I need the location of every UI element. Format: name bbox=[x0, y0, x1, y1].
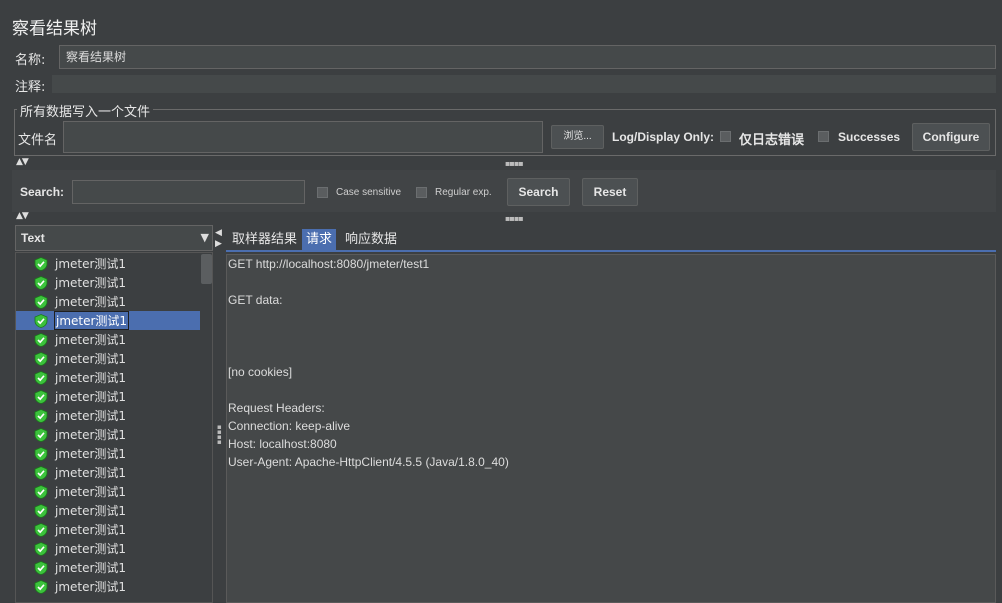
tree-item[interactable]: jmeter测试1 bbox=[34, 482, 127, 501]
tree-item[interactable]: jmeter测试1 bbox=[34, 501, 127, 520]
chevron-down-icon[interactable]: ▼ bbox=[201, 231, 209, 244]
renderer-select[interactable]: Text ▼ bbox=[15, 225, 213, 251]
tree-item[interactable]: jmeter测试1 bbox=[34, 577, 127, 596]
request-text-line: GET http://localhost:8080/jmeter/test1 bbox=[228, 257, 430, 271]
regex-label: Regular exp. bbox=[435, 187, 492, 198]
errors-only-checkbox[interactable] bbox=[720, 131, 731, 142]
tree-item-label: jmeter测试1 bbox=[55, 523, 127, 537]
green-shield-check-icon bbox=[34, 465, 48, 480]
search-input[interactable] bbox=[72, 180, 305, 204]
tree-item[interactable]: jmeter测试1 bbox=[34, 558, 127, 577]
successes-label: Successes bbox=[838, 130, 901, 144]
request-text-line: User-Agent: Apache-HttpClient/4.5.5 (Jav… bbox=[228, 455, 509, 469]
regex-checkbox[interactable] bbox=[416, 187, 427, 198]
green-shield-check-icon bbox=[34, 522, 48, 537]
request-text-line: Connection: keep-alive bbox=[228, 419, 351, 433]
tree-item-label: jmeter测试1 bbox=[55, 409, 127, 423]
green-shield-check-icon bbox=[34, 446, 48, 461]
search-label: Search: bbox=[20, 185, 65, 199]
tree-item-label: jmeter测试1 bbox=[55, 352, 127, 366]
tree-item[interactable]: jmeter测试1 bbox=[34, 425, 127, 444]
tab-sampler-result[interactable]: 取样器结果 bbox=[228, 229, 301, 250]
green-shield-check-icon bbox=[34, 503, 48, 518]
tree-item[interactable]: jmeter测试1 bbox=[34, 520, 127, 539]
tree-item-label: jmeter测试1 bbox=[55, 561, 127, 575]
tree-item-label: jmeter测试1 bbox=[54, 311, 130, 330]
tree-item[interactable]: jmeter测试1 bbox=[34, 273, 127, 292]
tree-item-label: jmeter测试1 bbox=[55, 580, 127, 594]
tree-item[interactable]: jmeter测试1 bbox=[34, 254, 127, 273]
tree-item[interactable]: jmeter测试1 bbox=[34, 368, 127, 387]
tree-item-label: jmeter测试1 bbox=[55, 447, 127, 461]
green-shield-check-icon bbox=[34, 408, 48, 423]
green-shield-check-icon bbox=[34, 313, 48, 328]
tree-item-label: jmeter测试1 bbox=[55, 333, 127, 347]
log-display-label: Log/Display Only: bbox=[612, 130, 715, 144]
tree-item-label: jmeter测试1 bbox=[55, 485, 127, 499]
successes-checkbox[interactable] bbox=[818, 131, 829, 142]
request-text-line: GET data: bbox=[228, 293, 283, 307]
green-shield-check-icon bbox=[34, 294, 48, 309]
tree-item-label: jmeter测试1 bbox=[55, 257, 127, 271]
green-shield-check-icon bbox=[34, 560, 48, 575]
tab-request[interactable]: 请求 bbox=[302, 229, 337, 250]
renderer-select-value: Text bbox=[21, 231, 45, 245]
filename-input[interactable] bbox=[63, 121, 543, 153]
reset-button[interactable]: Reset bbox=[582, 178, 638, 206]
tree-item-label: jmeter测试1 bbox=[55, 542, 127, 556]
browse-button[interactable]: 浏览... bbox=[551, 125, 604, 149]
green-shield-check-icon bbox=[34, 370, 48, 385]
tab-response-data[interactable]: 响应数据 bbox=[341, 229, 401, 250]
green-shield-check-icon bbox=[34, 256, 48, 271]
tree-item-label: jmeter测试1 bbox=[55, 295, 127, 309]
file-section-legend: 所有数据写入一个文件 bbox=[17, 101, 154, 120]
tree-item-label: jmeter测试1 bbox=[55, 504, 127, 518]
green-shield-check-icon bbox=[34, 427, 48, 442]
tree-item[interactable]: jmeter测试1 bbox=[34, 349, 127, 368]
tab-underline bbox=[226, 250, 996, 252]
request-text-line: [no cookies] bbox=[228, 365, 293, 379]
tree-item[interactable]: jmeter测试1 bbox=[16, 311, 200, 330]
tree-item[interactable]: jmeter测试1 bbox=[34, 463, 127, 482]
tree-scrollbar-thumb[interactable] bbox=[201, 254, 212, 284]
panel-title: 察看结果树 bbox=[12, 19, 97, 39]
configure-button[interactable]: Configure bbox=[912, 123, 990, 151]
tree-item[interactable]: jmeter测试1 bbox=[34, 406, 127, 425]
splitter-grip-3: ▪ ▪ ▪ ▪ bbox=[217, 423, 222, 446]
green-shield-check-icon bbox=[34, 541, 48, 556]
tree-item-label: jmeter测试1 bbox=[55, 371, 127, 385]
tree-item[interactable]: jmeter测试1 bbox=[34, 444, 127, 463]
search-button[interactable]: Search bbox=[507, 178, 570, 206]
tree-item[interactable]: jmeter测试1 bbox=[34, 292, 127, 311]
comment-label: 注释: bbox=[15, 80, 46, 95]
name-input[interactable]: 察看结果树 bbox=[59, 45, 996, 69]
filename-label: 文件名 bbox=[18, 133, 58, 148]
tree-item[interactable]: jmeter测试1 bbox=[34, 330, 127, 349]
green-shield-check-icon bbox=[34, 389, 48, 404]
request-text-line: Host: localhost:8080 bbox=[228, 437, 337, 451]
green-shield-check-icon bbox=[34, 484, 48, 499]
errors-only-label: 仅日志错误 bbox=[739, 133, 805, 148]
green-shield-check-icon bbox=[34, 579, 48, 594]
vertical-splitter[interactable]: ◀ ▶ ▪ ▪ ▪ ▪ bbox=[214, 225, 226, 603]
name-label: 名称: bbox=[15, 53, 46, 68]
tree-item-label: jmeter测试1 bbox=[55, 428, 127, 442]
splitter-arrows[interactable]: ▲▼ bbox=[16, 157, 29, 167]
green-shield-check-icon bbox=[34, 332, 48, 347]
green-shield-check-icon bbox=[34, 351, 48, 366]
splitter-grip[interactable]: ▪▪▪▪ bbox=[505, 159, 524, 168]
tree-item-label: jmeter测试1 bbox=[55, 466, 127, 480]
splitter-grip-2[interactable]: ▪▪▪▪ bbox=[505, 214, 524, 223]
green-shield-check-icon bbox=[34, 275, 48, 290]
splitter-arrows-2[interactable]: ▲▼ bbox=[16, 211, 29, 221]
case-sensitive-label: Case sensitive bbox=[336, 187, 402, 198]
request-text-line: Request Headers: bbox=[228, 401, 325, 415]
tree-item-label: jmeter测试1 bbox=[55, 390, 127, 404]
tree-item[interactable]: jmeter测试1 bbox=[34, 387, 127, 406]
comment-input[interactable] bbox=[52, 75, 996, 93]
tree-item[interactable]: jmeter测试1 bbox=[34, 539, 127, 558]
tree-item-label: jmeter测试1 bbox=[55, 276, 127, 290]
case-sensitive-checkbox[interactable] bbox=[317, 187, 328, 198]
